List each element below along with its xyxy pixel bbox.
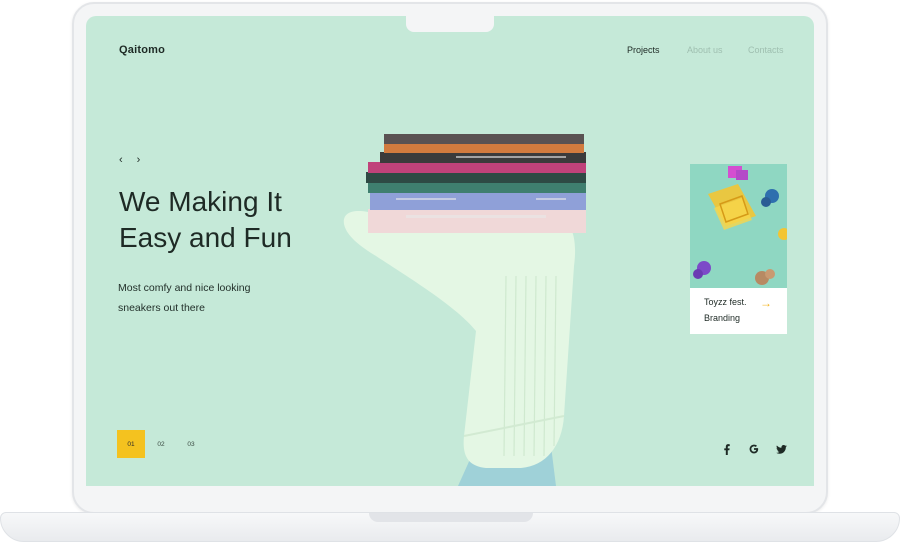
hero-subtitle-line-2: sneakers out there (118, 302, 205, 314)
facebook-glyph (724, 443, 730, 455)
nav-contacts[interactable]: Contacts (748, 45, 784, 55)
project-card[interactable]: Toyzz fest. Branding → (690, 164, 787, 334)
next-arrow-icon[interactable]: › (137, 154, 141, 166)
hero-title: We Making It Easy and Fun (119, 184, 292, 256)
project-card-subtitle: Branding (704, 313, 741, 323)
nav-projects[interactable]: Projects (627, 45, 660, 55)
page-01-button[interactable]: 01 (117, 430, 145, 458)
slide-pagination: 01 02 03 (117, 430, 207, 458)
sock-with-books-illustration (343, 134, 586, 486)
hero-title-line-1: We Making It (119, 186, 282, 217)
hero-subtitle-line-1: Most comfy and nice looking (118, 282, 251, 294)
toy-pattern-illustration (690, 164, 787, 288)
nav-about-us[interactable]: About us (687, 45, 723, 55)
page-02-button[interactable]: 02 (147, 430, 175, 458)
twitter-icon[interactable] (774, 442, 788, 456)
brand-logo[interactable]: Qaitomo (119, 44, 165, 56)
project-card-text: Toyzz fest. Branding (704, 294, 747, 326)
hero-product-image (336, 116, 606, 486)
page-03-button[interactable]: 03 (177, 430, 205, 458)
google-icon[interactable] (747, 442, 761, 456)
facebook-icon[interactable] (720, 442, 734, 456)
camera-notch (406, 16, 494, 32)
website-screen: Qaitomo Projects About us Contacts ‹ › W… (86, 16, 814, 486)
google-glyph (749, 444, 759, 454)
slider-arrows: ‹ › (119, 154, 140, 166)
laptop-base-notch (369, 513, 533, 522)
arrow-right-icon[interactable]: → (760, 296, 772, 310)
laptop-base (0, 512, 900, 542)
prev-arrow-icon[interactable]: ‹ (119, 154, 123, 166)
hero-subtitle: Most comfy and nice looking sneakers out… (118, 278, 278, 318)
project-card-image (690, 164, 787, 288)
hero-title-line-2: Easy and Fun (119, 222, 292, 253)
project-card-title: Toyzz fest. (704, 297, 747, 307)
twitter-glyph (775, 444, 787, 454)
